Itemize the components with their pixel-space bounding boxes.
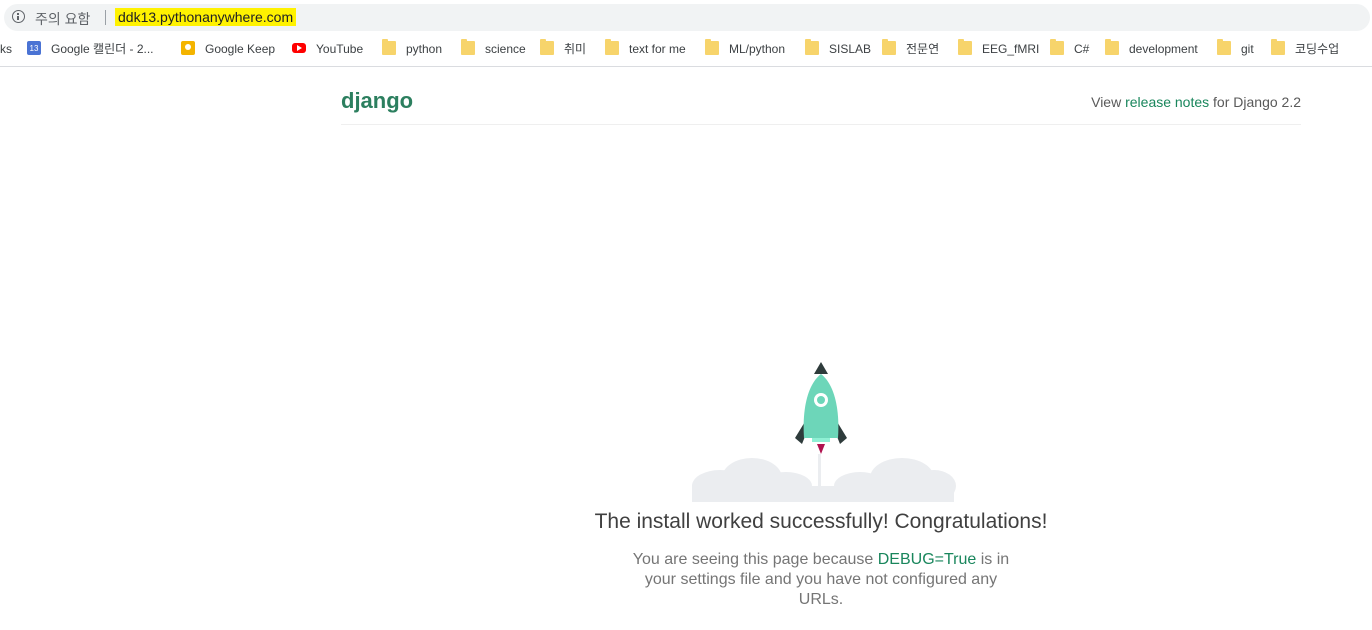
page-header: django View release notes for Django 2.2 [341, 88, 1301, 125]
security-status[interactable]: 주의 요함 [35, 9, 90, 29]
bookmark-label: 취미 [564, 42, 587, 56]
rocket-illustration [690, 358, 956, 508]
url-text[interactable]: ddk13.pythonanywhere.com [115, 8, 297, 26]
folder-icon [605, 39, 619, 55]
bookmark-label: python [406, 42, 443, 56]
bookmark-label: development [1129, 42, 1198, 56]
bookmark-label: git [1241, 42, 1254, 56]
folder-icon [1217, 39, 1231, 55]
rocket-base [812, 438, 830, 442]
bookmark-label: science [485, 42, 526, 56]
exhaust-trail [818, 454, 821, 496]
bookmark-label: EEG_fMRI [982, 42, 1040, 56]
bookmark-label: 코딩수업 [1295, 42, 1340, 56]
folder-icon [1050, 39, 1064, 55]
bookmark-label: ML/python [729, 42, 786, 56]
folder-icon [540, 39, 554, 55]
bookmark-label: Google Keep [205, 42, 276, 56]
omnibox[interactable]: 주의 요함 ddk13.pythonanywhere.com [4, 4, 1370, 31]
info-icon[interactable] [12, 10, 25, 23]
folder-icon [805, 39, 819, 55]
folder-icon [882, 39, 896, 55]
bookmarks-bar: ks 13 Google 캘린더 - 2... Google Keep YouT… [0, 34, 1372, 67]
calendar-icon: 13 [27, 41, 41, 55]
bookmark-label: text for me [629, 42, 686, 56]
success-headline: The install worked successfully! Congrat… [594, 510, 1048, 533]
omnibox-divider [105, 10, 106, 25]
bookmark-label: C# [1074, 42, 1090, 56]
youtube-icon [292, 43, 306, 53]
bookmark-label: Google 캘린더 - 2... [51, 42, 154, 56]
address-bar: 주의 요함 ddk13.pythonanywhere.com [0, 0, 1372, 34]
debug-explanation: You are seeing this page because DEBUG=T… [621, 550, 1021, 610]
bookmark-label: 전문연 [906, 42, 940, 56]
rocket-graphic [692, 362, 956, 502]
explanation-text-before: You are seeing this page because [632, 551, 878, 568]
folder-icon [705, 39, 719, 55]
folder-icon [1271, 39, 1285, 55]
folder-icon [382, 39, 396, 55]
folder-icon [461, 39, 475, 55]
django-logo[interactable]: django [341, 88, 413, 114]
rocket-flame [817, 444, 825, 454]
bookmark-label: ks [0, 42, 12, 56]
bookmark-label: YouTube [316, 42, 364, 56]
debug-setting: DEBUG=True [877, 551, 977, 568]
bookmark-label: SISLAB [829, 42, 872, 56]
folder-icon [958, 39, 972, 55]
release-notes-link[interactable]: release notes [1125, 94, 1209, 110]
release-suffix: for Django 2.2 [1209, 94, 1301, 110]
release-notes-line: View release notes for Django 2.2 [1091, 94, 1301, 110]
cloud-icon [692, 458, 956, 502]
folder-icon [1105, 39, 1119, 55]
keep-icon [181, 41, 195, 55]
release-prefix: View [1091, 94, 1126, 110]
rocket-nose [814, 362, 828, 374]
